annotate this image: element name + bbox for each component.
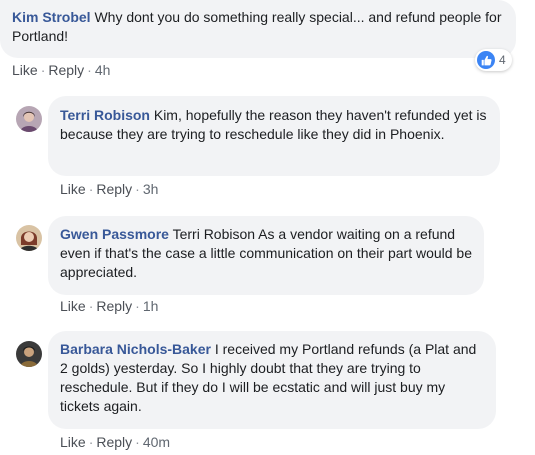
separator-dot: ·: [88, 434, 94, 450]
comment-actions: Like · Reply · 3h: [60, 180, 158, 198]
like-link[interactable]: Like: [60, 434, 86, 450]
comment-actions: Like · Reply · 40m: [60, 433, 170, 451]
timestamp[interactable]: 40m: [143, 434, 170, 450]
comment-bubble: Kim Strobel Why dont you do something re…: [0, 0, 516, 58]
separator-dot: ·: [40, 62, 46, 78]
reply-link[interactable]: Reply: [96, 298, 132, 314]
reply-link[interactable]: Reply: [48, 62, 84, 78]
comment-author[interactable]: Barbara Nichols-Baker: [60, 341, 211, 357]
timestamp[interactable]: 3h: [143, 181, 159, 197]
separator-dot: ·: [88, 298, 94, 314]
reaction-count-badge[interactable]: 4: [475, 49, 512, 71]
separator-dot: ·: [135, 298, 140, 314]
comment-actions: Like · Reply · 1h: [60, 297, 158, 315]
separator-dot: ·: [135, 181, 140, 197]
separator-dot: ·: [87, 62, 92, 78]
comment-bubble: Gwen Passmore Terri Robison As a vendor …: [48, 216, 484, 295]
avatar[interactable]: [16, 341, 42, 367]
like-link[interactable]: Like: [12, 62, 38, 78]
separator-dot: ·: [135, 434, 140, 450]
timestamp[interactable]: 1h: [143, 298, 159, 314]
timestamp[interactable]: 4h: [95, 62, 111, 78]
reply-link[interactable]: Reply: [96, 181, 132, 197]
comment-author[interactable]: Kim Strobel: [12, 9, 91, 25]
comment-author[interactable]: Gwen Passmore: [60, 226, 169, 242]
like-link[interactable]: Like: [60, 181, 86, 197]
thumbs-up-icon: [477, 51, 495, 69]
comment-bubble: Barbara Nichols-Baker I received my Port…: [48, 331, 496, 429]
comment-bubble: Terri Robison Kim, hopefully the reason …: [48, 96, 500, 176]
separator-dot: ·: [88, 181, 94, 197]
comment-actions: Like · Reply · 4h: [12, 61, 110, 79]
reply-link[interactable]: Reply: [96, 434, 132, 450]
comment-author[interactable]: Terri Robison: [60, 107, 150, 123]
avatar[interactable]: [16, 225, 42, 251]
avatar[interactable]: [16, 106, 42, 132]
like-link[interactable]: Like: [60, 298, 86, 314]
reaction-count: 4: [499, 53, 506, 67]
